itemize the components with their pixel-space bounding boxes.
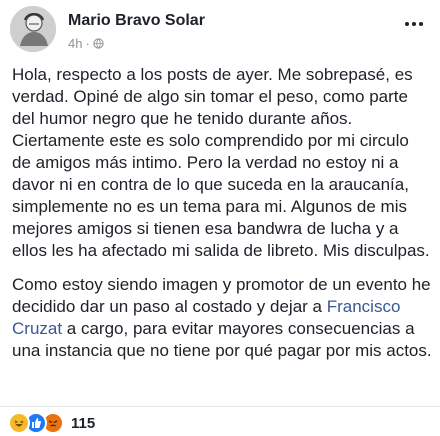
haha-reaction-icon xyxy=(8,412,30,434)
author-name[interactable]: Mario Bravo Solar xyxy=(68,12,205,30)
post-time[interactable]: 4h xyxy=(68,36,82,51)
post-header: Mario Bravo Solar 4h · xyxy=(10,4,430,56)
avatar-sketch-icon xyxy=(10,6,56,52)
post-meta: 4h · xyxy=(68,36,104,51)
paragraph-2-text-after: a cargo, para evitar mayores consecuenci… xyxy=(12,319,432,360)
divider xyxy=(0,406,440,407)
post-paragraph-1: Hola, respecto a los posts de ayer. Me s… xyxy=(12,65,430,260)
reaction-count[interactable]: 115 xyxy=(71,415,95,432)
meta-separator: · xyxy=(85,36,90,51)
facebook-post: Mario Bravo Solar 4h · Hola, respecto a … xyxy=(0,0,440,436)
post-paragraph-2: Como estoy siendo imagen y promotor de u… xyxy=(12,274,432,362)
post-body: Hola, respecto a los posts de ayer. Me s… xyxy=(12,64,432,374)
avatar[interactable] xyxy=(10,6,56,52)
reactions-bar[interactable]: 115 xyxy=(8,412,95,434)
globe-icon xyxy=(93,38,104,49)
more-options-icon[interactable] xyxy=(400,14,428,34)
